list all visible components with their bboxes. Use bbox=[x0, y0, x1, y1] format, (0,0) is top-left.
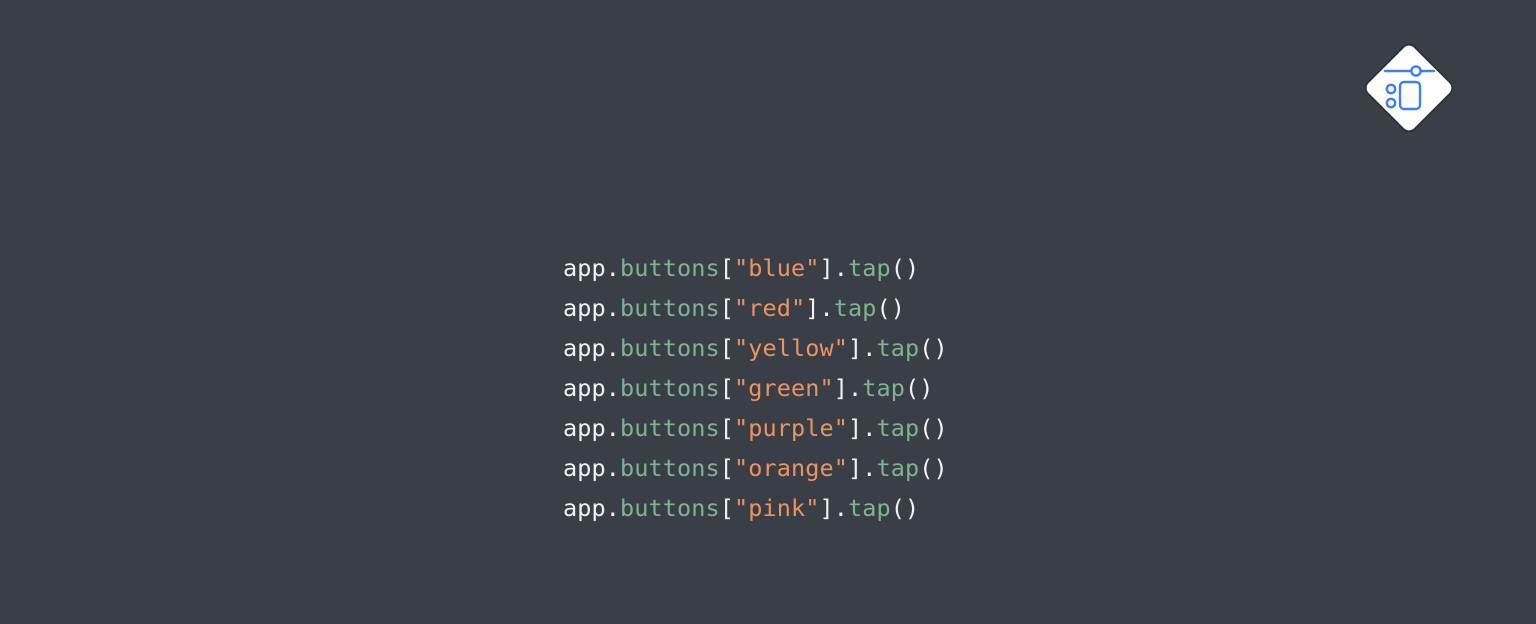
code-button-id: "pink" bbox=[734, 494, 820, 522]
code-collection: buttons bbox=[620, 454, 720, 482]
code-line: app.buttons["blue"].tap() bbox=[563, 254, 920, 282]
ui-components-diamond-icon bbox=[1364, 43, 1454, 133]
code-button-id: "red" bbox=[734, 294, 806, 322]
code-button-id: "yellow" bbox=[734, 334, 848, 362]
code-receiver: app bbox=[563, 254, 606, 282]
code-collection: buttons bbox=[620, 494, 720, 522]
code-method: tap bbox=[876, 454, 920, 482]
code-method: tap bbox=[876, 414, 920, 442]
code-receiver: app bbox=[563, 494, 606, 522]
code-button-id: "orange" bbox=[734, 454, 848, 482]
code-method: tap bbox=[833, 294, 877, 322]
code-button-id: "purple" bbox=[734, 414, 848, 442]
code-method: tap bbox=[848, 494, 891, 522]
code-line: app.buttons["pink"].tap() bbox=[563, 494, 920, 522]
code-method: tap bbox=[848, 254, 891, 282]
code-line: app.buttons["green"].tap() bbox=[563, 374, 934, 402]
code-screenshot: { "colors": { "background": "#3a3f47", "… bbox=[0, 0, 1536, 624]
code-receiver: app bbox=[563, 374, 606, 402]
code-line: app.buttons["purple"].tap() bbox=[563, 414, 948, 442]
code-receiver: app bbox=[563, 414, 606, 442]
code-line: app.buttons["orange"].tap() bbox=[563, 454, 948, 482]
code-collection: buttons bbox=[620, 254, 720, 282]
code-receiver: app bbox=[563, 294, 606, 322]
code-method: tap bbox=[862, 374, 905, 402]
code-line: app.buttons["yellow"].tap() bbox=[563, 334, 948, 362]
code-collection: buttons bbox=[620, 374, 720, 402]
code-receiver: app bbox=[563, 454, 606, 482]
code-block: app.buttons["blue"].tap() app.buttons["r… bbox=[563, 248, 983, 528]
code-button-id: "blue" bbox=[734, 254, 820, 282]
code-collection: buttons bbox=[620, 414, 720, 442]
code-line: app.buttons["red"].tap() bbox=[563, 294, 905, 322]
code-button-id: "green" bbox=[734, 374, 834, 402]
code-receiver: app bbox=[563, 334, 606, 362]
app-logo bbox=[1354, 33, 1464, 143]
code-collection: buttons bbox=[620, 334, 720, 362]
code-method: tap bbox=[876, 334, 920, 362]
code-collection: buttons bbox=[620, 294, 720, 322]
